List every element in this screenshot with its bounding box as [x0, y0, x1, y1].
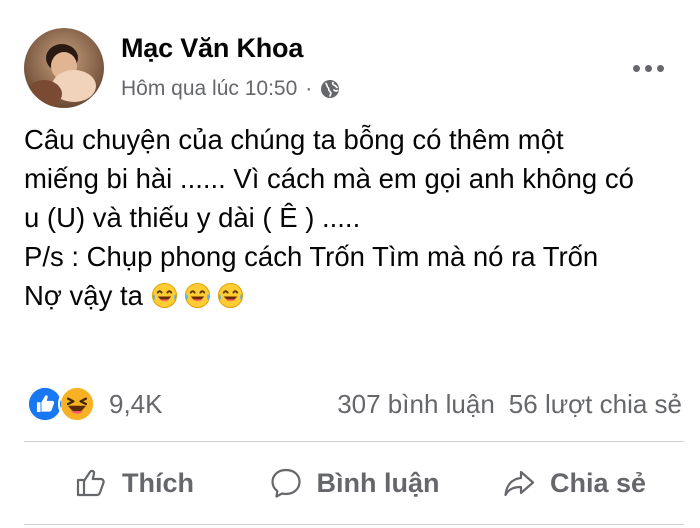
meta-separator: · — [305, 77, 313, 100]
more-options-icon[interactable] — [626, 52, 670, 84]
post-content: Câu chuyện của chúng ta bỗng có thêm một… — [24, 120, 684, 315]
post-meta: Hôm qua lúc 10:50 · — [121, 76, 340, 102]
divider — [24, 524, 684, 525]
content-line: u (U) và thiếu y dài ( Ê ) ..... — [24, 202, 361, 233]
haha-reaction-icon — [58, 385, 96, 423]
laughing-tears-emoji — [151, 282, 177, 309]
comment-count-link[interactable]: 307 bình luận — [337, 389, 495, 420]
share-button[interactable]: Chia sẻ — [464, 442, 684, 524]
like-label: Thích — [122, 467, 194, 498]
content-line: Nợ vậy ta — [24, 280, 143, 311]
post-stats: 307 bình luận 56 lượt chia sẻ — [337, 386, 682, 422]
reactions-summary[interactable]: 9,4K — [26, 384, 163, 424]
post-timestamp[interactable]: Hôm qua lúc 10:50 — [121, 77, 297, 101]
content-last-line: Nợ vậy ta — [24, 276, 684, 315]
post-action-bar: Thích Bình luận Chia sẻ — [24, 442, 684, 524]
comment-button[interactable]: Bình luận — [244, 442, 464, 524]
content-line: P/s : Chụp phong cách Trốn Tìm mà nó ra … — [24, 241, 599, 272]
globe-icon[interactable] — [320, 79, 340, 99]
laughing-tears-emoji — [184, 282, 210, 309]
author-name[interactable]: Mạc Văn Khoa — [121, 33, 303, 64]
comment-bubble-icon — [270, 468, 301, 498]
thumbs-up-icon — [76, 469, 105, 497]
like-button[interactable]: Thích — [24, 442, 244, 524]
reaction-count[interactable]: 9,4K — [109, 389, 163, 420]
comment-label: Bình luận — [316, 467, 440, 498]
share-label: Chia sẻ — [549, 467, 647, 498]
content-line: miếng bi hài ...... Vì cách mà em gọi an… — [24, 163, 634, 194]
content-line: Câu chuyện của chúng ta bỗng có thêm một — [24, 124, 564, 155]
share-count-link[interactable]: 56 lượt chia sẻ — [509, 389, 682, 420]
author-avatar[interactable] — [24, 28, 104, 108]
laughing-tears-emoji-group — [151, 280, 250, 311]
laughing-tears-emoji — [217, 282, 243, 309]
share-arrow-icon — [504, 470, 535, 497]
